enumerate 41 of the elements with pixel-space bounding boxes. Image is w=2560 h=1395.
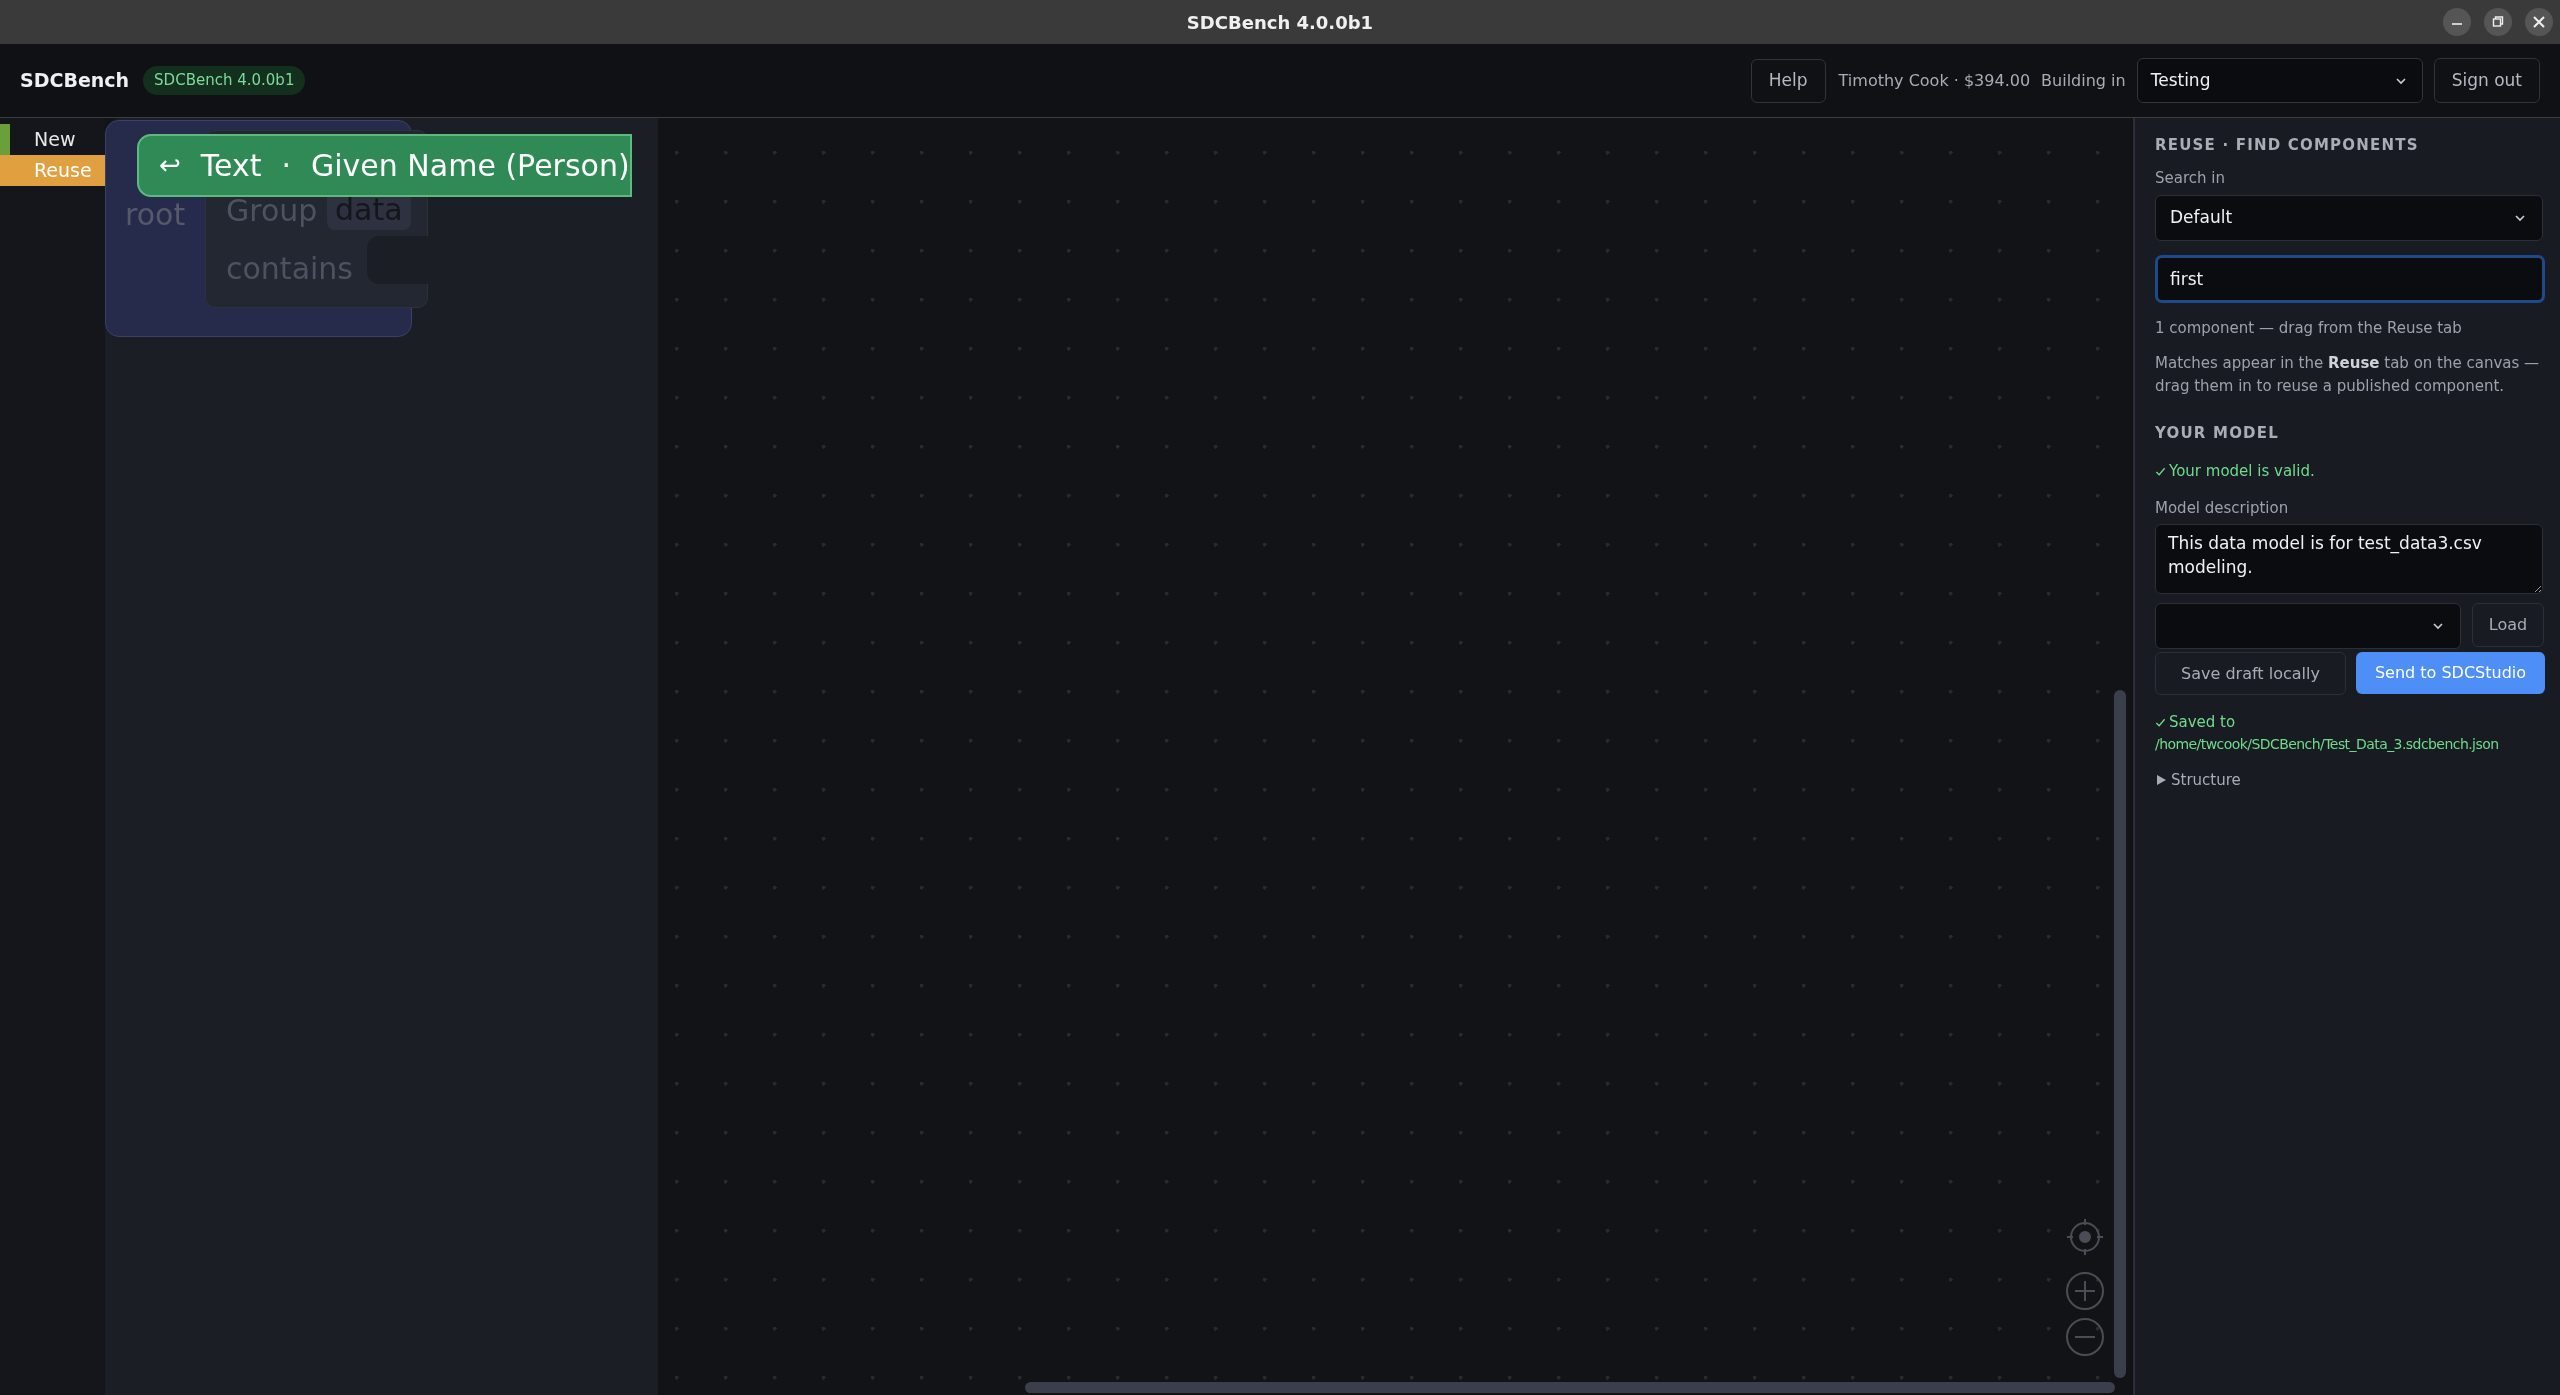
restore-button[interactable]: [2483, 7, 2513, 37]
load-button[interactable]: Load: [2472, 603, 2544, 647]
section-heading: YOUR MODEL: [2155, 422, 2280, 444]
saved-path: /home/twcook/SDCBench/Test_Data_3.sdcbench.json: [2155, 734, 2500, 754]
hint-text: Matches appear in the Reuse tab on the canvas — drag them in to reuse a published component.: [2155, 352, 2541, 397]
search-in-select[interactable]: Default: [2155, 195, 2543, 241]
description-field[interactable]: This data model is for test_data3.csv modeling.: [2155, 524, 2543, 594]
structure-toggle[interactable]: Structure: [2155, 768, 2557, 791]
minimize-button[interactable]: [2442, 7, 2472, 37]
block-name-label: Given Name (Person): [311, 147, 630, 185]
caret-right-icon: [2155, 773, 2167, 786]
horizontal-scrollbar[interactable]: [1025, 1382, 2115, 1393]
search-field[interactable]: first: [2155, 255, 2545, 303]
help-button[interactable]: Help: [1750, 58, 1826, 103]
field-label: Search in: [2155, 167, 2226, 189]
separator-dot: ·: [281, 147, 292, 185]
statement-slot: [367, 236, 429, 284]
check-icon: [2155, 716, 2166, 728]
check-icon: [2155, 465, 2166, 477]
result-count: 1 component — drag from the Reuse tab: [2155, 318, 2463, 339]
project-select[interactable]: Testing: [2136, 58, 2423, 103]
validation-status: Your model is valid.: [2155, 460, 2557, 483]
panel-heading: REUSE · FIND COMPONENTS: [2155, 135, 2420, 156]
sign-out-button[interactable]: Sign out: [2433, 58, 2540, 103]
draft-select[interactable]: [2155, 603, 2461, 649]
user-balance: Timothy Cook · $394.00: [1838, 69, 2031, 92]
block-type-label: Text: [200, 147, 262, 185]
zoom-out-icon[interactable]: [2065, 1317, 2105, 1357]
recenter-icon[interactable]: [2065, 1217, 2105, 1257]
vertical-scrollbar[interactable]: [2114, 690, 2126, 1378]
zoom-in-icon[interactable]: [2065, 1271, 2105, 1311]
field-label: Model description: [2155, 497, 2290, 519]
saved-label: Saved to: [2169, 712, 2236, 733]
window-title: SDCBench 4.0.0b1: [1186, 10, 1374, 35]
close-button[interactable]: [2524, 7, 2554, 37]
version-badge: SDCBench 4.0.0b1: [143, 66, 306, 95]
save-draft-button[interactable]: Save draft locally: [2155, 652, 2346, 695]
return-icon: ↩: [159, 146, 181, 185]
app-name: SDCBench: [20, 68, 130, 94]
building-in-label: Building in: [2041, 69, 2126, 92]
dragged-text-block[interactable]: ↩ Text · Given Name (Person): [137, 134, 632, 197]
